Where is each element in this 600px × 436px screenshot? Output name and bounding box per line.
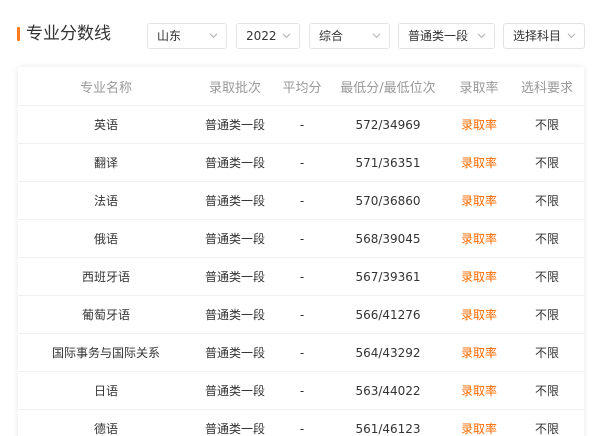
score-table: 专业名称 录取批次 平均分 最低分/最低位次 录取率 选科要求 英语 普通类一段…: [18, 67, 584, 436]
min-score-cell: 571/36351: [328, 143, 448, 182]
batch-cell: 普通类一段: [194, 105, 276, 144]
average-cell: -: [276, 143, 328, 182]
column-header-min-score-rank: 最低分/最低位次: [328, 67, 448, 106]
admission-rate-link[interactable]: 录取率: [448, 371, 510, 410]
subject-select[interactable]: 选择科目: [503, 23, 585, 49]
column-header-admission-rate: 录取率: [448, 67, 510, 106]
table-row: 法语 普通类一段 - 570/36860 录取率 不限: [18, 181, 584, 220]
admission-rate-link[interactable]: 录取率: [448, 295, 510, 334]
min-score-cell: 567/39361: [328, 257, 448, 296]
batch-select-value: 普通类一段: [408, 29, 469, 43]
admission-rate-link[interactable]: 录取率: [448, 143, 510, 182]
section-title: 专业分数线: [26, 24, 111, 44]
min-score-cell: 566/41276: [328, 295, 448, 334]
table-body: 英语 普通类一段 - 572/34969 录取率 不限 翻译 普通类一段 - 5…: [18, 105, 584, 436]
requirement-cell: 不限: [510, 295, 584, 334]
major-cell: 德语: [18, 409, 194, 436]
batch-cell: 普通类一段: [194, 219, 276, 258]
score-line-page: 专业分数线 山东 2022 综合 普通类一段 选择科目 专业名称 录取批次 平均…: [0, 0, 600, 436]
batch-select[interactable]: 普通类一段: [398, 23, 495, 49]
major-cell: 日语: [18, 371, 194, 410]
requirement-cell: 不限: [510, 371, 584, 410]
column-header-average: 平均分: [276, 67, 328, 106]
batch-cell: 普通类一段: [194, 143, 276, 182]
table-row: 葡萄牙语 普通类一段 - 566/41276 录取率 不限: [18, 295, 584, 334]
table-row: 英语 普通类一段 - 572/34969 录取率 不限: [18, 105, 584, 144]
table-row: 国际事务与国际关系 普通类一段 - 564/43292 录取率 不限: [18, 333, 584, 372]
subject-select-value: 选择科目: [513, 29, 562, 43]
average-cell: -: [276, 181, 328, 220]
table-header-row: 专业名称 录取批次 平均分 最低分/最低位次 录取率 选科要求: [18, 67, 584, 106]
requirement-cell: 不限: [510, 333, 584, 372]
admission-rate-link[interactable]: 录取率: [448, 257, 510, 296]
chevron-down-icon: [372, 33, 381, 39]
requirement-cell: 不限: [510, 219, 584, 258]
table-row: 德语 普通类一段 - 561/46123 录取率 不限: [18, 409, 584, 436]
requirement-cell: 不限: [510, 143, 584, 182]
admission-rate-link[interactable]: 录取率: [448, 333, 510, 372]
table-header: 专业名称 录取批次 平均分 最低分/最低位次 录取率 选科要求: [18, 67, 584, 106]
column-header-batch: 录取批次: [194, 67, 276, 106]
major-cell: 西班牙语: [18, 257, 194, 296]
average-cell: -: [276, 295, 328, 334]
average-cell: -: [276, 105, 328, 144]
average-cell: -: [276, 219, 328, 258]
admission-rate-link[interactable]: 录取率: [448, 409, 510, 436]
min-score-cell: 563/44022: [328, 371, 448, 410]
table-row: 西班牙语 普通类一段 - 567/39361 录取率 不限: [18, 257, 584, 296]
batch-cell: 普通类一段: [194, 257, 276, 296]
admission-rate-link[interactable]: 录取率: [448, 219, 510, 258]
requirement-cell: 不限: [510, 409, 584, 436]
table-row: 翻译 普通类一段 - 571/36351 录取率 不限: [18, 143, 584, 182]
requirement-cell: 不限: [510, 105, 584, 144]
average-cell: -: [276, 409, 328, 436]
requirement-cell: 不限: [510, 257, 584, 296]
column-header-subject-requirement: 选科要求: [510, 67, 584, 106]
major-cell: 葡萄牙语: [18, 295, 194, 334]
average-cell: -: [276, 333, 328, 372]
major-cell: 英语: [18, 105, 194, 144]
min-score-cell: 564/43292: [328, 333, 448, 372]
admission-rate-link[interactable]: 录取率: [448, 105, 510, 144]
title-accent-bar: [17, 27, 20, 41]
major-cell: 翻译: [18, 143, 194, 182]
table-row: 日语 普通类一段 - 563/44022 录取率 不限: [18, 371, 584, 410]
min-score-cell: 568/39045: [328, 219, 448, 258]
category-select[interactable]: 综合: [309, 23, 390, 49]
min-score-cell: 570/36860: [328, 181, 448, 220]
major-cell: 俄语: [18, 219, 194, 258]
column-header-major: 专业名称: [18, 67, 194, 106]
year-select-value: 2022: [246, 29, 277, 43]
province-select-value: 山东: [157, 29, 182, 43]
section-header: 专业分数线 山东 2022 综合 普通类一段 选择科目: [0, 20, 600, 50]
chevron-down-icon: [477, 33, 486, 39]
batch-cell: 普通类一段: [194, 333, 276, 372]
chevron-down-icon: [282, 33, 291, 39]
chevron-down-icon: [567, 33, 576, 39]
min-score-cell: 561/46123: [328, 409, 448, 436]
batch-cell: 普通类一段: [194, 295, 276, 334]
score-table-card: 专业名称 录取批次 平均分 最低分/最低位次 录取率 选科要求 英语 普通类一段…: [18, 67, 584, 436]
major-cell: 国际事务与国际关系: [18, 333, 194, 372]
average-cell: -: [276, 257, 328, 296]
province-select[interactable]: 山东: [147, 23, 227, 49]
table-row: 俄语 普通类一段 - 568/39045 录取率 不限: [18, 219, 584, 258]
year-select[interactable]: 2022: [236, 23, 300, 49]
batch-cell: 普通类一段: [194, 181, 276, 220]
major-cell: 法语: [18, 181, 194, 220]
min-score-cell: 572/34969: [328, 105, 448, 144]
batch-cell: 普通类一段: [194, 371, 276, 410]
admission-rate-link[interactable]: 录取率: [448, 181, 510, 220]
category-select-value: 综合: [319, 29, 344, 43]
chevron-down-icon: [209, 33, 218, 39]
average-cell: -: [276, 371, 328, 410]
requirement-cell: 不限: [510, 181, 584, 220]
batch-cell: 普通类一段: [194, 409, 276, 436]
